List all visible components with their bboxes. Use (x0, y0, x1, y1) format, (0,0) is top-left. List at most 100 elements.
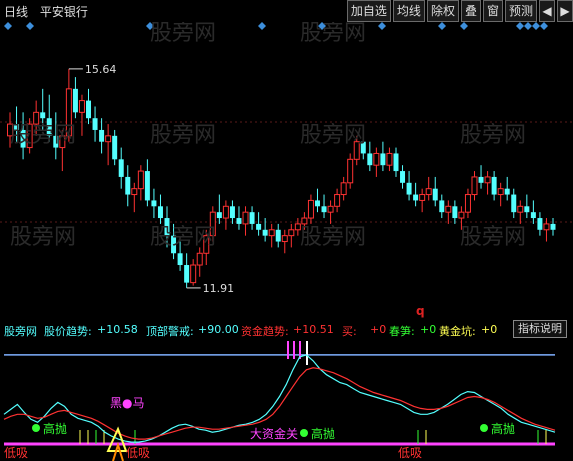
candle-body (504, 188, 510, 195)
moving-average-button[interactable]: 均线 (392, 0, 425, 22)
candle (321, 194, 327, 219)
candle-body (367, 153, 373, 166)
candle (236, 206, 242, 230)
candle (196, 247, 203, 277)
candle-body (314, 200, 320, 207)
add-favorite-button[interactable]: 加自选 (346, 0, 391, 22)
candle-body (373, 152, 380, 166)
watermark: 股旁网 (10, 123, 76, 148)
candle (118, 147, 124, 189)
candle-body (530, 212, 536, 219)
candle-body (550, 223, 556, 230)
candle-body (268, 229, 275, 237)
low-price-label: 11.91 (203, 282, 235, 295)
candle-body (78, 100, 85, 113)
red-q-marker: q (416, 304, 425, 318)
candle (419, 188, 426, 213)
candle (530, 200, 536, 224)
candle (380, 141, 386, 172)
legend-golden-pit-value: +0 (481, 323, 498, 336)
candle-body (537, 218, 543, 230)
candlestick-chart[interactable]: 15.6411.91股旁网 股旁网股旁网 股旁网 股旁网股旁网 股旁网 股旁网股旁网股旁网 (0, 22, 573, 320)
candle-body (439, 200, 445, 213)
candle (184, 253, 190, 288)
watermark-text: 股旁网 (4, 325, 37, 338)
candle (288, 223, 295, 248)
sell-high-label: 高抛 (311, 426, 335, 441)
indicator-chart[interactable]: 黑●马大资金关高抛 高抛 高抛低吸 低吸 低吸 (0, 341, 573, 461)
candle (340, 176, 347, 201)
buy-low-label: 低吸 (4, 446, 28, 460)
signal-diamond-icon (4, 22, 12, 30)
candle (543, 218, 550, 242)
candle (137, 165, 144, 201)
candle-body (321, 206, 327, 213)
high-price-label: 15.64 (85, 63, 117, 76)
candle (511, 188, 517, 219)
window-button[interactable]: 窗 (482, 0, 503, 22)
legend-bamboo-value: +0 (420, 323, 437, 336)
candle (92, 106, 98, 142)
candle-body (222, 205, 229, 219)
arrow-left-icon[interactable]: ◀ (539, 0, 555, 22)
watermark: 股旁网 (460, 225, 526, 250)
candle (517, 200, 524, 224)
arrow-right-icon[interactable]: ▶ (557, 0, 573, 22)
candle (86, 88, 92, 125)
candle-body (301, 217, 308, 225)
candle-body (249, 212, 255, 224)
legend-price-trend-label: 股价趋势: (44, 325, 92, 338)
candle (190, 259, 197, 286)
candle (413, 182, 419, 207)
candle (452, 200, 458, 224)
candle (484, 171, 491, 195)
candle-body (118, 159, 124, 177)
candle-body (425, 188, 432, 196)
candle-body (137, 170, 144, 190)
watermark: 股旁网 (300, 22, 366, 46)
overlay-button[interactable]: 叠 (460, 0, 481, 22)
legend-top-warning-value: +90.00 (198, 323, 239, 336)
candle (256, 212, 262, 236)
indicator-legend: 股旁网 股价趋势: +10.58 顶部警戒: +90.00 资金趋势: +10.… (0, 320, 573, 338)
sell-high-label: 高抛 (491, 421, 515, 436)
candle-body (216, 212, 222, 219)
candle-body (484, 176, 491, 184)
candle (445, 200, 452, 224)
candle-body (86, 100, 92, 119)
signal-diamond-icon (540, 22, 548, 30)
candle-body (445, 205, 452, 213)
candle-body (478, 176, 484, 183)
candle-body (543, 223, 550, 231)
candle-body (400, 171, 406, 183)
candle-body (40, 112, 46, 119)
candle-body (517, 205, 524, 213)
candle (307, 194, 314, 224)
candle (550, 218, 556, 236)
candle (112, 129, 118, 166)
period-label[interactable]: 日线 (4, 5, 28, 19)
candle-body (151, 200, 157, 207)
candle-body (184, 265, 190, 283)
watermark: 股旁网 (300, 123, 366, 148)
candle-body (413, 194, 419, 201)
signal-diamond-icon (524, 22, 532, 30)
candle (406, 171, 412, 201)
candle-body (524, 206, 530, 213)
candle-body (386, 152, 393, 166)
indicator-help-button[interactable]: 指标说明 (513, 320, 567, 338)
candle (537, 212, 543, 236)
candle-body (393, 153, 399, 172)
candle-body (432, 188, 438, 201)
forecast-button[interactable]: 预测 (504, 0, 537, 22)
signal-diamond-icon (438, 22, 446, 30)
legend-top-warning-label: 顶部警戒: (146, 325, 194, 338)
candle-body (99, 129, 105, 142)
ex-rights-button[interactable]: 除权 (426, 0, 459, 22)
candle-body (419, 194, 426, 201)
signal-diamond-icon (378, 22, 386, 30)
candle-body (112, 135, 118, 160)
candle (327, 200, 334, 224)
candle-body (307, 199, 314, 219)
candle (432, 176, 438, 207)
